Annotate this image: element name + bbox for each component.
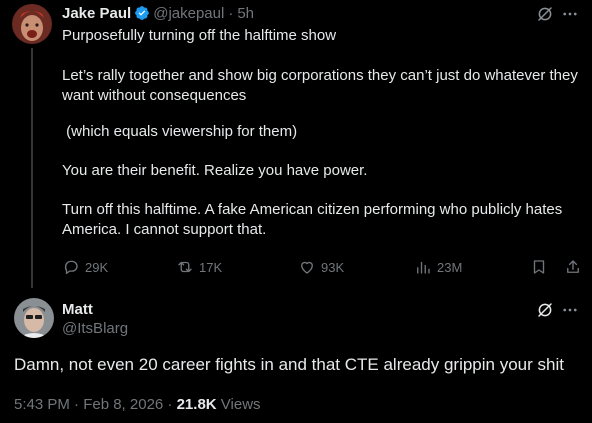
tweet-paragraph: Turn off this halftime. A fake American … xyxy=(62,201,566,238)
grok-icon[interactable] xyxy=(536,301,554,319)
avatar-matt[interactable] xyxy=(14,298,54,338)
like-count: 93K xyxy=(321,259,345,275)
reply-text: Damn, not even 20 career fights in and t… xyxy=(14,355,564,374)
avatar-jake-paul[interactable] xyxy=(12,4,52,44)
tweet-paragraph: You are their benefit. Realize you have … xyxy=(62,162,368,179)
time-separator: · xyxy=(228,4,234,22)
reply-views-count: 21.8K xyxy=(176,396,217,413)
repost-icon xyxy=(178,261,192,273)
like-icon xyxy=(301,261,313,274)
tweet-paragraph: Let’s rally together and show big corpor… xyxy=(62,67,583,104)
more-icon[interactable] xyxy=(561,301,579,319)
thread-connector-line xyxy=(31,48,33,288)
tweet-actions: 29K 17K 93K 23M xyxy=(62,256,582,278)
reply-count: 29K xyxy=(85,259,109,275)
grok-icon[interactable] xyxy=(536,5,554,23)
share-button[interactable] xyxy=(564,258,582,276)
views-icon xyxy=(417,261,430,274)
reply-icon xyxy=(64,260,78,275)
share-icon xyxy=(567,260,579,273)
author-handle[interactable]: @jakepaul xyxy=(153,5,224,22)
like-button[interactable]: 93K xyxy=(298,258,344,276)
reply-timestamp[interactable]: 5:43 PM · Feb 8, 2026 · xyxy=(14,396,172,413)
reply-views-label: Views xyxy=(220,396,261,413)
bookmark-icon xyxy=(533,260,545,274)
views-button[interactable]: 23M xyxy=(414,258,462,276)
tweet-text: Purposefully turning off the halftime sh… xyxy=(62,26,582,240)
tweet-paragraph: Purposefully turning off the halftime sh… xyxy=(62,27,337,44)
more-icon[interactable] xyxy=(561,5,579,23)
reply-author-name[interactable]: Matt xyxy=(62,301,93,318)
reply-meta: 5:43 PM · Feb 8, 2026 · 21.8K Views xyxy=(14,396,261,413)
tweet-time[interactable]: 5h xyxy=(237,5,254,22)
tweet-header: Jake Paul @jakepaul · 5h xyxy=(62,3,254,23)
repost-button[interactable]: 17K xyxy=(176,258,222,276)
bookmark-button[interactable] xyxy=(530,258,548,276)
reply-button[interactable]: 29K xyxy=(62,258,108,276)
repost-count: 17K xyxy=(199,259,223,275)
tweet-paragraph: (which equals viewership for them) xyxy=(62,123,298,140)
verified-badge-icon xyxy=(134,5,150,21)
views-count: 23M xyxy=(437,259,463,275)
author-name[interactable]: Jake Paul xyxy=(62,5,131,22)
reply-author-handle[interactable]: @ItsBlarg xyxy=(62,320,128,337)
